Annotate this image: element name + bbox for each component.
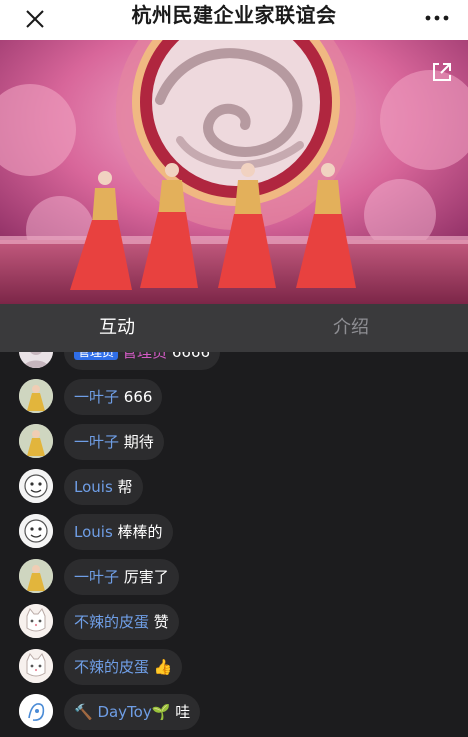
comment-username[interactable]: 管理员: [122, 352, 167, 361]
user-avatar[interactable]: [19, 649, 53, 683]
comment-text: 厉害了: [123, 568, 169, 586]
avatar-cat-icon: [19, 604, 53, 638]
comment-bubble: 管理员 管理员 6666: [64, 352, 220, 370]
comment-item: 管理员 管理员 6666: [0, 352, 468, 370]
comment-text: 6666: [171, 352, 210, 361]
comment-item: 🔨 DayToy🌱 哇: [0, 694, 468, 730]
user-avatar[interactable]: [19, 379, 53, 413]
avatar-cat-icon: [19, 649, 53, 683]
comment-bubble: 不辣的皮蛋 赞: [64, 604, 179, 640]
admin-badge: 管理员: [74, 352, 119, 360]
user-avatar[interactable]: [19, 469, 53, 503]
top-bar: 杭州民建企业家联谊会: [0, 0, 468, 40]
tab-interaction[interactable]: 互动: [0, 304, 234, 352]
comment-item: 不辣的皮蛋 👍: [0, 649, 468, 685]
avatar-cartoon-icon: [19, 514, 53, 548]
comment-username[interactable]: 一叶子: [74, 388, 119, 406]
comment-bubble: Louis 帮: [64, 469, 143, 505]
comment-bubble: 🔨 DayToy🌱 哇: [64, 694, 201, 730]
comment-item: Louis 棒棒的: [0, 514, 468, 550]
comment-item: 一叶子 期待: [0, 424, 468, 460]
avatar-dancer-icon: [19, 379, 53, 413]
comment-text: 棒棒的: [117, 523, 163, 541]
comment-text: 赞: [153, 613, 169, 631]
user-avatar[interactable]: [19, 559, 53, 593]
share-icon: [433, 63, 451, 81]
user-avatar[interactable]: [19, 352, 53, 368]
comment-bubble: 一叶子 厉害了: [64, 559, 179, 595]
close-button[interactable]: [20, 4, 50, 34]
user-avatar[interactable]: [19, 604, 53, 638]
comment-item: Louis 帮: [0, 469, 468, 505]
avatar-generic-icon: [19, 352, 53, 368]
share-button[interactable]: [430, 60, 454, 84]
more-icon: [425, 15, 449, 21]
comment-bubble: 一叶子 666: [64, 379, 163, 415]
close-icon: [26, 10, 44, 28]
comment-username[interactable]: Louis: [74, 523, 113, 541]
comment-username[interactable]: 一叶子: [74, 433, 119, 451]
comment-item: 不辣的皮蛋 赞: [0, 604, 468, 640]
comment-item: 一叶子 666: [0, 379, 468, 415]
comment-text: 帮: [117, 478, 133, 496]
comment-text: 期待: [123, 433, 154, 451]
user-avatar[interactable]: [19, 514, 53, 548]
comment-bubble: Louis 棒棒的: [64, 514, 173, 550]
live-video-player[interactable]: [0, 40, 468, 304]
page-title: 杭州民建企业家联谊会: [131, 3, 337, 27]
comment-item: 一叶子 厉害了: [0, 559, 468, 595]
comment-username[interactable]: 一叶子: [74, 568, 119, 586]
avatar-doodle-icon: [19, 694, 53, 728]
avatar-dancer-icon: [19, 559, 53, 593]
comment-username[interactable]: 🔨 DayToy🌱: [74, 703, 170, 721]
tab-introduction[interactable]: 介绍: [234, 304, 468, 352]
avatar-dancer-icon: [19, 424, 53, 458]
comment-text: 666: [123, 388, 153, 406]
more-button[interactable]: [420, 6, 454, 30]
comment-list[interactable]: 管理员 管理员 6666 一叶子 666 一叶子 期待 Louis 帮 Loui…: [0, 352, 468, 737]
comment-username[interactable]: Louis: [74, 478, 113, 496]
tab-bar: 互动 介绍: [0, 304, 468, 352]
user-avatar[interactable]: [19, 424, 53, 458]
stage-performance-image: [0, 40, 468, 304]
comment-username[interactable]: 不辣的皮蛋: [74, 658, 149, 676]
comment-bubble: 一叶子 期待: [64, 424, 164, 460]
comment-bubble: 不辣的皮蛋 👍: [64, 649, 183, 685]
user-avatar[interactable]: [19, 694, 53, 728]
comment-text: 哇: [175, 703, 191, 721]
comment-username[interactable]: 不辣的皮蛋: [74, 613, 149, 631]
comment-text: 👍: [153, 658, 173, 676]
avatar-cartoon-icon: [19, 469, 53, 503]
